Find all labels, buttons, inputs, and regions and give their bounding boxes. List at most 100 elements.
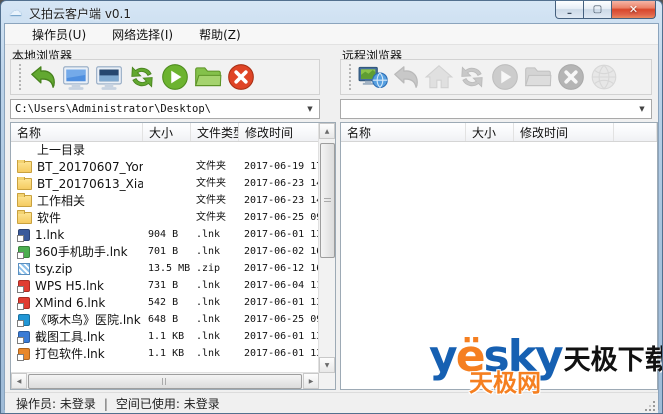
refresh-button[interactable] [125,62,158,92]
resize-grip[interactable] [644,400,656,412]
column-header[interactable]: 大小 [143,123,191,141]
app-window: ☁ 又拍云客户端 v0.1 – ▢ ✕ 操作员(U)网络选择(I)帮助(Z) 本… [0,0,663,414]
watermark-title: 天极下载 [564,347,663,374]
file-size: 13.5 MB [143,260,191,277]
file-row[interactable]: tsy.zip13.5 MB.zip2017-06-12 16:1 [11,260,319,277]
file-name: 打包软件.lnk [11,345,143,362]
scroll-up-icon[interactable]: ▲ [319,123,335,139]
title-bar[interactable]: ☁ 又拍云客户端 v0.1 – ▢ ✕ [1,1,662,23]
file-row[interactable]: WPS H5.lnk731 B.lnk2017-06-04 11:0 [11,277,319,294]
horizontal-scrollbar[interactable]: ◀ ▶ [11,372,319,389]
upload-button[interactable] [158,62,191,92]
local-path-combobox[interactable]: ▼ [10,99,320,119]
connect-button[interactable] [356,62,389,92]
scroll-right-icon[interactable]: ▶ [303,373,319,389]
column-header[interactable]: 修改时间 [239,123,319,141]
chevron-down-icon[interactable]: ▼ [634,101,650,117]
menu-network[interactable]: 网络选择(I) [99,24,186,45]
connect-icon [358,62,388,92]
file-type: .lnk [191,294,239,311]
file-name: 360手机助手.lnk [11,243,143,260]
local-file-list-body: 上一目录BT_20170607_YongH...文件夹2017-06-19 17… [11,141,319,373]
menu-bar: 操作员(U)网络选择(I)帮助(Z) [5,24,658,45]
my-computer-icon [61,62,91,92]
menu-help[interactable]: 帮助(Z) [186,24,254,45]
local-file-list: 名称大小文件类型修改时间 上一目录 BT_20170607_YongH... 文件夹… [10,122,336,390]
file-type: 文件夹 [191,192,239,209]
close-button[interactable]: ✕ [611,1,656,19]
status-bar: 操作员: 未登录 | 空间已使用: 未登录 [5,392,658,414]
new-folder-icon [193,62,223,92]
home-button [422,62,455,92]
maximize-button[interactable]: ▢ [584,1,611,19]
file-row[interactable]: XMind 6.lnk542 B.lnk2017-06-01 13:4 [11,294,319,311]
desktop-button[interactable] [92,62,125,92]
back-icon [391,62,421,92]
refresh-icon [457,62,487,92]
menu-operator[interactable]: 操作员(U) [19,24,99,45]
desktop-icon [94,62,124,92]
file-row[interactable]: 《啄木鸟》医院.lnk648 B.lnk2017-06-25 09:4 [11,311,319,328]
file-row[interactable]: 截图工具.lnk1.1 KB.lnk2017-06-01 13:4 [11,328,319,345]
file-row[interactable]: 工作相关文件夹2017-06-23 14:4 [11,192,319,209]
file-name: BT_20170613_XianX... [11,177,143,191]
globe-icon [589,62,619,92]
file-size: 1.1 KB [143,345,191,362]
my-computer-button[interactable] [59,62,92,92]
scroll-left-icon[interactable]: ◀ [11,373,27,389]
local-toolbar [10,59,320,95]
file-name: 截图工具.lnk [11,328,143,345]
download-icon [490,62,520,92]
file-row[interactable]: BT_20170613_XianX... 文件夹2017-06-23 14:5 [11,175,319,192]
refresh-icon [127,62,157,92]
file-name: WPS H5.lnk [11,279,143,293]
shortcut-icon [18,246,30,258]
file-row[interactable]: BT_20170607_YongH...文件夹2017-06-19 17:4 [11,158,319,175]
new-folder-icon [523,62,553,92]
remote-path-input[interactable] [345,101,631,117]
file-name: 软件 [11,209,143,226]
delete-icon [226,62,256,92]
download-button [488,62,521,92]
file-name: 《啄木鸟》医院.lnk [11,311,143,328]
home-icon [424,62,454,92]
file-type: 文件夹 [191,175,239,192]
column-header[interactable]: 修改时间 [514,123,614,141]
file-row[interactable]: 360手机助手.lnk701 B.lnk2017-06-02 16:0 [11,243,319,260]
shortcut-icon [18,314,30,326]
file-type: 文件夹 [191,158,239,175]
vertical-scroll-thumb[interactable] [320,143,335,258]
file-row[interactable]: 软件文件夹2017-06-25 09:5 [11,209,319,226]
file-row[interactable]: 上一目录 [11,141,319,158]
column-header[interactable]: 名称 [11,123,143,141]
file-time: 2017-06-23 14:5 [239,175,319,192]
file-row[interactable]: 1.lnk904 B.lnk2017-06-01 13:4 [11,226,319,243]
file-type: .lnk [191,345,239,362]
file-name: tsy.zip [11,262,143,276]
scrollbar-corner [319,373,335,389]
file-name: BT_20170607_YongH... [11,160,143,174]
column-header[interactable]: 大小 [466,123,514,141]
watermark: yësky 天极下载 天极网 [429,335,663,395]
delete-button[interactable] [224,62,257,92]
vertical-scrollbar[interactable]: ▲ ▼ [318,123,335,373]
column-header[interactable] [614,123,657,141]
remote-path-combobox[interactable]: ▼ [340,99,652,119]
file-row[interactable]: 打包软件.lnk1.1 KB.lnk2017-06-01 13:4 [11,345,319,362]
minimize-button[interactable]: – [555,1,584,19]
file-time: 2017-06-01 13:4 [239,226,319,243]
horizontal-scroll-thumb[interactable] [28,374,302,389]
new-folder-button[interactable] [191,62,224,92]
shortcut-icon [18,229,30,241]
caption-buttons: – ▢ ✕ [555,1,656,19]
file-size: 731 B [143,277,191,294]
local-path-input[interactable] [15,101,299,117]
scroll-down-icon[interactable]: ▼ [319,357,335,373]
column-header[interactable]: 文件类型 [191,123,239,141]
chevron-down-icon[interactable]: ▼ [302,101,318,117]
shortcut-icon [18,280,30,292]
delete-button [554,62,587,92]
back-icon [28,62,58,92]
back-button[interactable] [26,62,59,92]
column-header[interactable]: 名称 [341,123,466,141]
